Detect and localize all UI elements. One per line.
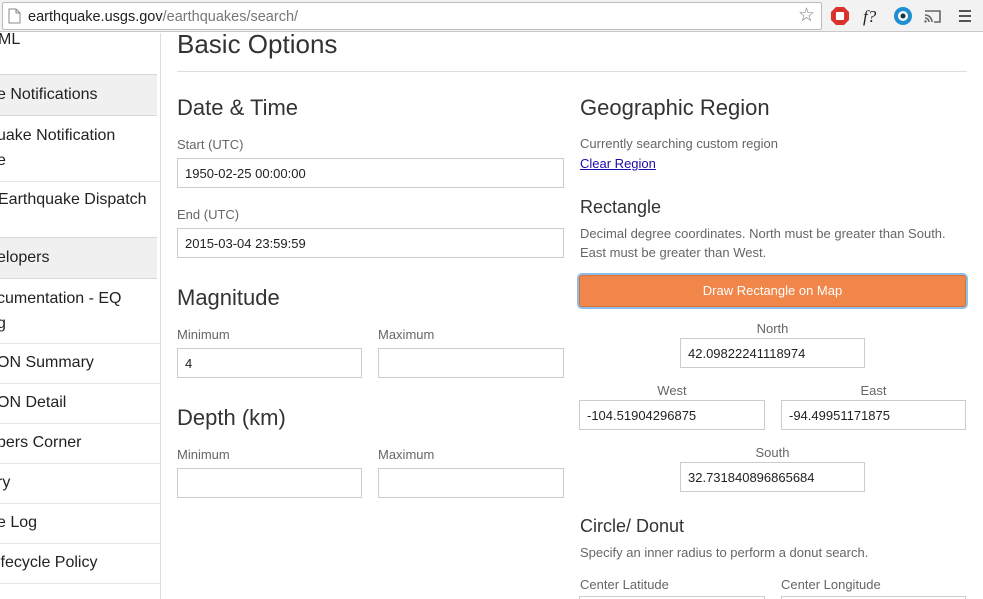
depth-min-input[interactable] — [177, 468, 362, 498]
sidebar-item-change-log[interactable]: e Log — [0, 511, 157, 535]
region-status-text: Currently searching custom region — [580, 136, 778, 151]
datetime-heading: Date & Time — [177, 95, 299, 120]
rectangle-heading: Rectangle — [580, 197, 662, 217]
page-icon — [8, 8, 21, 24]
sidebar-divider — [0, 423, 160, 424]
sidebar-item-documentation-cont[interactable]: g — [0, 312, 157, 336]
depth-max-label: Maximum — [378, 447, 435, 462]
start-label: Start (UTC) — [177, 137, 244, 152]
clear-region-link[interactable]: Clear Region — [580, 156, 656, 171]
adblock-icon[interactable] — [830, 6, 850, 26]
geographic-region-heading: Geographic Region — [580, 95, 770, 120]
sidebar-item-geojson-detail[interactable]: ON Detail — [0, 391, 157, 415]
sidebar-item-notification-service-cont[interactable]: e — [0, 149, 157, 173]
menu-icon[interactable] — [955, 6, 975, 26]
sidebar-divider — [0, 583, 160, 584]
page-title: Basic Options — [177, 33, 338, 59]
start-time-input[interactable] — [177, 158, 564, 188]
rectangle-help-text: Decimal degree coordinates. North must b… — [580, 226, 946, 260]
west-label: West — [657, 383, 687, 398]
depth-heading: Depth (km) — [177, 405, 286, 430]
formula-icon[interactable]: f? — [862, 6, 882, 26]
sidebar-divider — [0, 343, 160, 344]
sidebar-item-earthquake-dispatch[interactable]: Earthquake Dispatch — [0, 188, 158, 212]
magnitude-max-label: Maximum — [378, 327, 435, 342]
depth-max-input[interactable] — [378, 468, 564, 498]
draw-rectangle-button[interactable]: Draw Rectangle on Map — [579, 275, 966, 307]
depth-min-label: Minimum — [177, 447, 230, 462]
sidebar-nav: ML e Notifications uake Notification e E… — [0, 33, 161, 599]
sidebar-divider — [0, 543, 160, 544]
circle-help-text: Specify an inner radius to perform a don… — [580, 545, 869, 560]
address-bar[interactable]: earthquake.usgs.gov/earthquakes/search/ … — [2, 2, 822, 30]
north-label: North — [756, 321, 789, 336]
sidebar-item-developers-corner[interactable]: pers Corner — [0, 431, 157, 455]
sidebar-divider — [0, 383, 160, 384]
sidebar-item-geojson-summary[interactable]: ON Summary — [0, 351, 157, 375]
eye-extension-icon[interactable] — [893, 6, 913, 26]
magnitude-heading: Magnitude — [177, 285, 280, 310]
sidebar-item-documentation[interactable]: cumentation - EQ — [0, 287, 157, 311]
south-label: South — [755, 445, 790, 460]
sidebar-header-notifications: e Notifications — [0, 74, 157, 116]
browser-toolbar: earthquake.usgs.gov/earthquakes/search/ … — [0, 0, 983, 32]
sidebar-divider — [0, 181, 160, 182]
url-text: earthquake.usgs.gov/earthquakes/search/ — [28, 9, 299, 25]
end-time-input[interactable] — [177, 228, 564, 258]
sidebar-item-lifecycle-policy[interactable]: ifecycle Policy — [0, 551, 157, 575]
svg-text:f?: f? — [863, 7, 877, 26]
sidebar-item-glossary[interactable]: ry — [0, 471, 157, 495]
circle-donut-heading: Circle/ Donut — [580, 516, 685, 536]
sidebar-item-kml[interactable]: ML — [0, 33, 158, 52]
center-longitude-label: Center Longitude — [781, 577, 881, 592]
sidebar-header-developers: elopers — [0, 237, 157, 279]
bookmark-star-icon[interactable]: ☆ — [798, 6, 815, 26]
sidebar-divider — [0, 503, 160, 504]
title-divider — [177, 71, 967, 72]
magnitude-min-label: Minimum — [177, 327, 230, 342]
sidebar-item-notification-service[interactable]: uake Notification — [0, 124, 157, 148]
sidebar-divider — [0, 463, 160, 464]
south-input[interactable] — [680, 462, 865, 492]
search-form: Basic Options Date & Time Start (UTC) En… — [161, 33, 983, 599]
end-label: End (UTC) — [177, 207, 240, 222]
center-latitude-label: Center Latitude — [580, 577, 669, 592]
cast-icon[interactable] — [923, 6, 943, 26]
magnitude-min-input[interactable] — [177, 348, 362, 378]
west-input[interactable] — [579, 400, 765, 430]
magnitude-max-input[interactable] — [378, 348, 564, 378]
east-input[interactable] — [781, 400, 966, 430]
north-input[interactable] — [680, 338, 865, 368]
east-label: East — [860, 383, 887, 398]
